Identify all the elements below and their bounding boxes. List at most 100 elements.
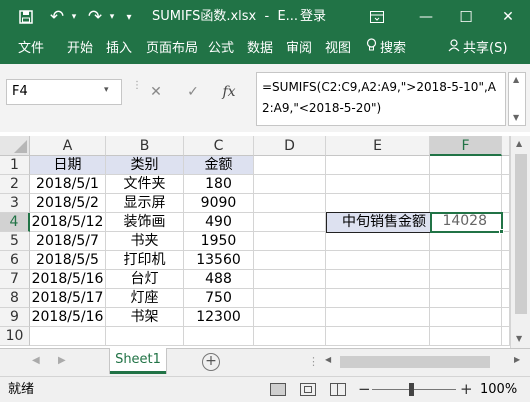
- empty-cell[interactable]: [254, 175, 326, 194]
- row-header-7[interactable]: 7: [0, 270, 30, 289]
- redo-icon[interactable]: ↷: [84, 0, 106, 34]
- vertical-scroll-thumb[interactable]: [515, 154, 527, 314]
- empty-cell[interactable]: [502, 232, 510, 251]
- customize-toolbar-icon[interactable]: ▾: [122, 0, 136, 34]
- empty-cell[interactable]: [502, 251, 510, 270]
- table-cell[interactable]: 2018/5/5: [30, 251, 106, 270]
- row-header-10[interactable]: 10: [0, 327, 30, 346]
- tab-formulas[interactable]: 公式: [208, 34, 234, 64]
- table-cell[interactable]: 书夹: [106, 232, 184, 251]
- save-icon[interactable]: [14, 0, 38, 34]
- undo-dropdown-icon[interactable]: ▾: [68, 0, 80, 34]
- table-cell[interactable]: 1950: [184, 232, 254, 251]
- empty-cell[interactable]: [326, 308, 430, 327]
- empty-cell[interactable]: [254, 327, 326, 346]
- tell-me-search[interactable]: 搜索: [366, 34, 406, 64]
- empty-cell[interactable]: [326, 232, 430, 251]
- column-header-a[interactable]: A: [30, 136, 106, 156]
- table-cell[interactable]: 2018/5/1: [30, 175, 106, 194]
- column-header-e[interactable]: E: [326, 136, 430, 156]
- redo-dropdown-icon[interactable]: ▾: [106, 0, 118, 34]
- page-break-view-icon[interactable]: [330, 383, 346, 396]
- page-layout-view-icon[interactable]: [300, 383, 316, 396]
- empty-cell[interactable]: [430, 308, 502, 327]
- empty-cell[interactable]: [430, 327, 502, 346]
- sheet-tab-sheet1[interactable]: Sheet1: [110, 348, 166, 374]
- header-cell-date[interactable]: 日期: [30, 156, 106, 175]
- table-cell[interactable]: 488: [184, 270, 254, 289]
- table-cell[interactable]: 13560: [184, 251, 254, 270]
- empty-cell[interactable]: [254, 308, 326, 327]
- empty-cell[interactable]: [254, 270, 326, 289]
- empty-cell[interactable]: [254, 156, 326, 175]
- next-sheet-icon[interactable]: ▶: [58, 355, 66, 366]
- row-header-9[interactable]: 9: [0, 308, 30, 327]
- empty-cell[interactable]: [430, 156, 502, 175]
- vertical-scrollbar[interactable]: ▲ ▼: [510, 136, 530, 348]
- table-cell[interactable]: 2018/5/17: [30, 289, 106, 308]
- share-button[interactable]: 共享(S): [448, 34, 507, 64]
- empty-cell[interactable]: [502, 327, 510, 346]
- empty-cell[interactable]: [502, 175, 510, 194]
- column-header-b[interactable]: B: [106, 136, 184, 156]
- select-all-corner[interactable]: [0, 136, 30, 156]
- maximize-button[interactable]: ☐: [446, 0, 486, 34]
- row-header-3[interactable]: 3: [0, 194, 30, 213]
- empty-cell[interactable]: [430, 251, 502, 270]
- table-cell[interactable]: 9090: [184, 194, 254, 213]
- formula-bar-grip-icon[interactable]: ⋮: [132, 81, 142, 91]
- zoom-out-button[interactable]: −: [358, 377, 371, 402]
- zoom-in-button[interactable]: +: [460, 377, 473, 402]
- empty-cell[interactable]: [430, 175, 502, 194]
- table-cell[interactable]: 2018/5/16: [30, 270, 106, 289]
- empty-cell[interactable]: [254, 232, 326, 251]
- empty-cell[interactable]: [502, 194, 510, 213]
- empty-cell[interactable]: [326, 327, 430, 346]
- empty-cell[interactable]: [326, 289, 430, 308]
- table-cell[interactable]: 灯座: [106, 289, 184, 308]
- table-cell[interactable]: 显示屏: [106, 194, 184, 213]
- empty-cell[interactable]: [326, 270, 430, 289]
- name-box-dropdown-icon[interactable]: ▾: [104, 85, 109, 95]
- active-cell-f4[interactable]: 14028: [430, 212, 503, 233]
- header-cell-category[interactable]: 类别: [106, 156, 184, 175]
- column-header-d[interactable]: D: [254, 136, 326, 156]
- table-cell[interactable]: 180: [184, 175, 254, 194]
- tab-view[interactable]: 视图: [325, 34, 351, 64]
- empty-cell[interactable]: [184, 327, 254, 346]
- empty-cell[interactable]: [106, 327, 184, 346]
- row-header-1[interactable]: 1: [0, 156, 30, 175]
- formula-bar-scroll[interactable]: ▲ ▼: [508, 72, 526, 126]
- tab-insert[interactable]: 插入: [106, 34, 132, 64]
- zoom-slider-thumb[interactable]: [409, 383, 414, 396]
- row-header-8[interactable]: 8: [0, 289, 30, 308]
- empty-cell[interactable]: [326, 251, 430, 270]
- empty-cell[interactable]: [502, 289, 510, 308]
- empty-cell[interactable]: [254, 289, 326, 308]
- table-cell[interactable]: 2018/5/2: [30, 194, 106, 213]
- tab-home[interactable]: 开始: [67, 34, 93, 64]
- scroll-down-icon[interactable]: ▼: [513, 113, 519, 122]
- empty-cell[interactable]: [430, 232, 502, 251]
- empty-cell[interactable]: [502, 156, 510, 175]
- empty-cell[interactable]: [326, 194, 430, 213]
- scroll-up-icon[interactable]: ▲: [513, 75, 519, 84]
- empty-cell[interactable]: [430, 194, 502, 213]
- table-cell[interactable]: 2018/5/12: [30, 213, 106, 232]
- table-cell[interactable]: 打印机: [106, 251, 184, 270]
- table-cell[interactable]: 书架: [106, 308, 184, 327]
- empty-cell[interactable]: [326, 175, 430, 194]
- cancel-formula-button[interactable]: ✕: [145, 79, 167, 105]
- empty-cell[interactable]: [502, 270, 510, 289]
- row-header-4[interactable]: 4: [0, 213, 30, 232]
- column-header-f[interactable]: F: [430, 136, 502, 156]
- empty-cell[interactable]: [254, 213, 326, 232]
- table-cell[interactable]: 台灯: [106, 270, 184, 289]
- minimize-button[interactable]: —: [406, 0, 446, 34]
- empty-cell[interactable]: [430, 289, 502, 308]
- table-cell[interactable]: 750: [184, 289, 254, 308]
- tab-page-layout[interactable]: 页面布局: [146, 34, 198, 64]
- scroll-up-arrow-icon[interactable]: ▲: [516, 139, 522, 148]
- row-header-5[interactable]: 5: [0, 232, 30, 251]
- empty-cell[interactable]: [254, 251, 326, 270]
